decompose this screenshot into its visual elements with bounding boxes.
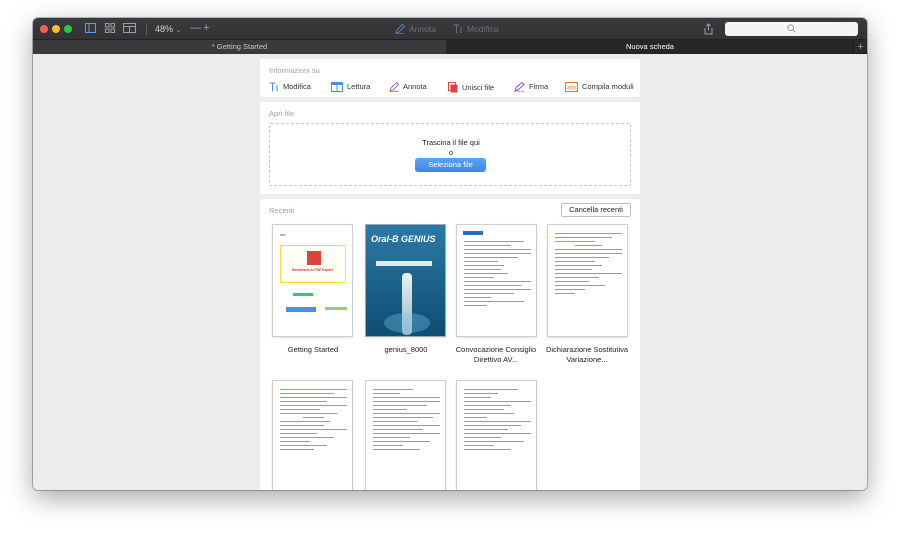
info-item-edit[interactable]: Modifica [269, 82, 311, 92]
pen-icon [389, 82, 399, 92]
recent-panel: Recenti Cancella recenti PDF Benvenuto i… [260, 199, 640, 490]
info-item-label: Compila moduli [582, 82, 634, 91]
merge-files-icon [448, 82, 458, 93]
recent-file-name: Convocazione Consiglio Direttivo AV... [455, 345, 537, 364]
maximize-window-button[interactable] [64, 25, 72, 33]
form-fill-icon: abc [565, 82, 578, 92]
minimize-window-button[interactable] [52, 25, 60, 33]
recent-file-name: Getting Started [287, 345, 339, 354]
drop-zone[interactable]: Trascina il file qui o Seleziona file [269, 123, 631, 186]
info-item-label: Firma [529, 82, 549, 91]
info-item-sign[interactable]: Firma [514, 82, 548, 92]
pdf-expert-logo [307, 251, 321, 265]
doc-text-lines [373, 389, 440, 453]
product-label [376, 261, 432, 266]
share-icon[interactable] [704, 22, 713, 40]
text-edit-icon [269, 82, 278, 92]
doc-button-mark [286, 307, 316, 312]
search-input[interactable] [725, 22, 858, 36]
tab-label: Nuova scheda [626, 42, 674, 51]
page-layout-icon[interactable] [123, 23, 136, 37]
sidebar-icon[interactable] [85, 23, 96, 37]
recent-file-name: genius_8000 [384, 345, 428, 354]
search-icon [787, 24, 796, 33]
info-panel: Informazioni su Modifica Lettura Annota … [260, 59, 640, 97]
select-file-button[interactable]: Seleziona file [415, 158, 486, 172]
doc-text-lines [280, 389, 347, 453]
info-item-merge[interactable]: Unisci file [448, 82, 494, 93]
info-item-label: Modifica [283, 82, 311, 91]
brand-logo: Oral-B GENIUS [371, 234, 436, 244]
annotate-label: Annota [409, 24, 436, 34]
info-item-fill-forms[interactable]: abc Compila moduli [565, 82, 634, 92]
doc-logo [463, 231, 483, 235]
annotate-tool[interactable]: Annota [395, 23, 436, 35]
info-item-label: Lettura [347, 82, 371, 91]
info-item-label: Annota [403, 82, 427, 91]
titlebar: 48% ⌄ — + Annota Modifica [33, 18, 867, 40]
or-text: o [448, 148, 454, 157]
grid-icon[interactable] [105, 23, 115, 37]
open-file-panel: Apri file Trascina il file qui o Selezio… [260, 102, 640, 194]
recent-heading: Recenti [269, 206, 295, 215]
doc-header: PDF [280, 233, 286, 237]
clear-recent-button[interactable]: Cancella recenti [561, 203, 631, 217]
start-page: Informazioni su Modifica Lettura Annota … [33, 55, 867, 490]
tab-label: * Getting Started [211, 42, 268, 51]
recent-file-thumbnail[interactable]: PDF Benvenuto in PDF Expert [272, 224, 353, 337]
toolbar-divider [146, 23, 147, 35]
recent-file-thumbnail[interactable] [272, 380, 353, 490]
edit-label: Modifica [467, 24, 499, 34]
info-heading: Informazioni su [269, 66, 320, 75]
info-item-label: Unisci file [462, 82, 495, 92]
drop-text: Trascina il file qui [422, 138, 480, 147]
open-heading: Apri file [269, 109, 295, 118]
app-window: 48% ⌄ — + Annota Modifica * Getting Star… [33, 18, 867, 490]
close-window-button[interactable] [40, 25, 48, 33]
pen-icon [395, 24, 405, 34]
tab-bar: * Getting Started ✕ Nuova scheda + [33, 40, 867, 54]
chevron-down-icon: ⌄ [175, 27, 182, 34]
doc-text-lines [464, 389, 531, 453]
welcome-text: Benvenuto in PDF Expert [292, 268, 333, 272]
reading-icon [331, 82, 343, 92]
doc-text-lines [464, 241, 531, 309]
welcome-banner: Benvenuto in PDF Expert [280, 245, 346, 283]
recent-file-thumbnail[interactable] [365, 380, 446, 490]
zoom-out-icon[interactable]: — [190, 22, 201, 34]
tab-new[interactable]: Nuova scheda [447, 40, 853, 54]
add-tab-icon[interactable]: + [853, 40, 867, 54]
zoom-in-icon[interactable]: + [203, 22, 209, 34]
edit-tool[interactable]: Modifica [453, 23, 499, 35]
info-item-annotate[interactable]: Annota [389, 82, 427, 92]
info-item-reading[interactable]: Lettura [331, 82, 370, 92]
doc-text-lines [555, 233, 622, 297]
signature-icon [514, 82, 525, 92]
doc-mark [293, 293, 313, 296]
tab-getting-started[interactable]: * Getting Started [33, 40, 446, 54]
recent-file-thumbnail[interactable]: Oral-B GENIUS [365, 224, 446, 337]
svg-text:abc: abc [567, 86, 577, 92]
recent-file-thumbnail[interactable] [456, 380, 537, 490]
recent-file-name: Dichiarazione Sostitutiva Variazione... [545, 345, 629, 364]
zoom-level[interactable]: 48% ⌄ [155, 23, 181, 37]
glow-ring [384, 313, 430, 333]
zoom-value: 48% [155, 24, 174, 34]
text-edit-icon [453, 24, 462, 34]
recent-file-thumbnail[interactable] [456, 224, 537, 337]
recent-file-thumbnail[interactable] [547, 224, 628, 337]
doc-mark [325, 307, 347, 310]
